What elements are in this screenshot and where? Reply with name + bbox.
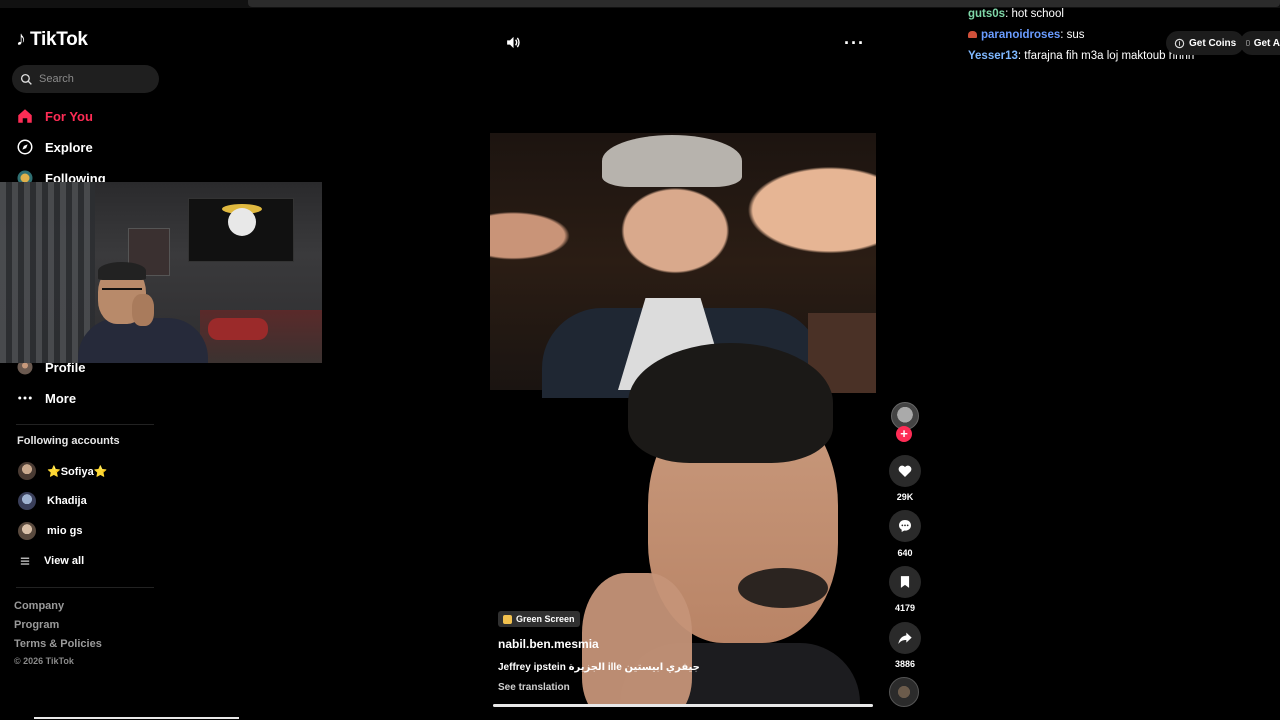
following-account[interactable]: mio gs (18, 522, 82, 540)
chat-username: Yesser13 (968, 50, 1018, 62)
get-app-button[interactable]: Get A (1240, 31, 1280, 55)
video-caption: Jeffrey ipstein الجزيرة ille جيفري ابيست… (498, 662, 700, 673)
search-box[interactable] (12, 65, 159, 93)
effect-icon (503, 614, 512, 624)
account-name: mio gs (47, 525, 83, 537)
webcam-flag-skull (228, 208, 256, 236)
tiktok-logo[interactable]: ♪ TikTok (16, 28, 88, 51)
share-icon (898, 632, 912, 644)
footer-company-link[interactable]: Company (14, 600, 64, 612)
chat-hat-badge-icon (968, 31, 977, 38)
account-name: ⭐Sofiya⭐ (47, 465, 108, 478)
like-count: 29K (896, 492, 914, 502)
nav-explore-label: Explore (45, 139, 93, 155)
volume-button[interactable] (505, 34, 522, 56)
follow-plus-icon[interactable]: + (896, 426, 912, 442)
photo-grey-hair (602, 135, 742, 187)
webcam-person-hand (132, 294, 154, 326)
search-input[interactable] (39, 73, 149, 85)
footer-terms-link[interactable]: Terms & Policies (14, 638, 102, 650)
nav-more-label: More (45, 390, 77, 406)
account-avatar (18, 522, 36, 540)
view-all-link[interactable]: View all (20, 555, 84, 567)
save-count: 4179 (894, 603, 916, 613)
sidebar-divider (16, 424, 154, 425)
webcam-person-glasses (102, 288, 142, 294)
sidebar-divider (16, 587, 154, 588)
share-count: 3886 (894, 659, 916, 669)
comment-count: 640 (897, 548, 913, 558)
search-icon (20, 73, 32, 85)
view-all-label: View all (44, 555, 85, 567)
following-account[interactable]: Khadija (18, 492, 87, 510)
speaker-hair (628, 343, 833, 463)
chat-username: guts0s (968, 8, 1006, 20)
nav-explore[interactable]: Explore (16, 138, 93, 156)
taskbar-indicator (34, 717, 239, 719)
share-button[interactable] (889, 622, 921, 654)
get-app-label: Get A (1253, 37, 1280, 49)
home-icon (16, 107, 34, 125)
account-avatar (18, 492, 36, 510)
comment-icon (899, 520, 911, 532)
webcam-overlay (0, 182, 322, 363)
speaker-beard (738, 568, 828, 608)
tiktok-note-icon: ♪ (16, 28, 26, 50)
chat-text: hot school (1011, 8, 1064, 20)
account-avatar (18, 462, 36, 480)
effect-label: Green Screen (516, 614, 575, 624)
nav-more[interactable]: More (16, 389, 76, 407)
following-account[interactable]: ⭐Sofiya⭐ (18, 462, 107, 480)
get-coins-button[interactable]: Get Coins (1166, 31, 1245, 55)
account-name: Khadija (47, 495, 87, 507)
video-progress-fill (493, 704, 873, 707)
more-dots-icon (16, 389, 34, 407)
see-translation-link[interactable]: See translation (498, 682, 570, 693)
comment-button[interactable] (889, 510, 921, 542)
green-screen-effect-badge[interactable]: Green Screen (498, 611, 580, 627)
video-progress-bar[interactable] (493, 704, 873, 707)
webcam-pillow (208, 318, 268, 340)
phone-icon (1246, 40, 1250, 46)
compass-icon (16, 138, 34, 156)
get-coins-label: Get Coins (1189, 37, 1237, 49)
coin-icon (1174, 38, 1185, 48)
webcam-person-hair (98, 262, 146, 280)
footer-program-link[interactable]: Program (14, 619, 59, 631)
music-disc-icon[interactable] (889, 677, 919, 707)
copyright-text: © 2026 TikTok (14, 656, 74, 666)
webcam-window-blinds (0, 182, 95, 363)
save-button[interactable] (889, 566, 921, 598)
chat-text: tfarajna fih m3a loj maktoub hhhh (1024, 50, 1195, 62)
volume-icon (507, 36, 520, 49)
brand-name: TikTok (30, 28, 88, 50)
following-accounts-title: Following accounts (17, 435, 120, 447)
nav-for-you-label: For You (45, 108, 93, 124)
like-button[interactable] (889, 455, 921, 487)
heart-icon (898, 465, 912, 477)
chat-username: paranoidroses (981, 29, 1061, 41)
chat-text: sus (1066, 29, 1085, 41)
video-more-options-icon[interactable]: ··· (844, 33, 865, 54)
nav-for-you[interactable]: For You (16, 107, 93, 125)
list-icon (20, 557, 30, 565)
chat-message: guts0s: hot school (968, 4, 1208, 25)
video-speaker (582, 343, 860, 707)
video-author-username[interactable]: nabil.ben.mesmia (498, 637, 599, 651)
bookmark-icon (900, 576, 910, 588)
